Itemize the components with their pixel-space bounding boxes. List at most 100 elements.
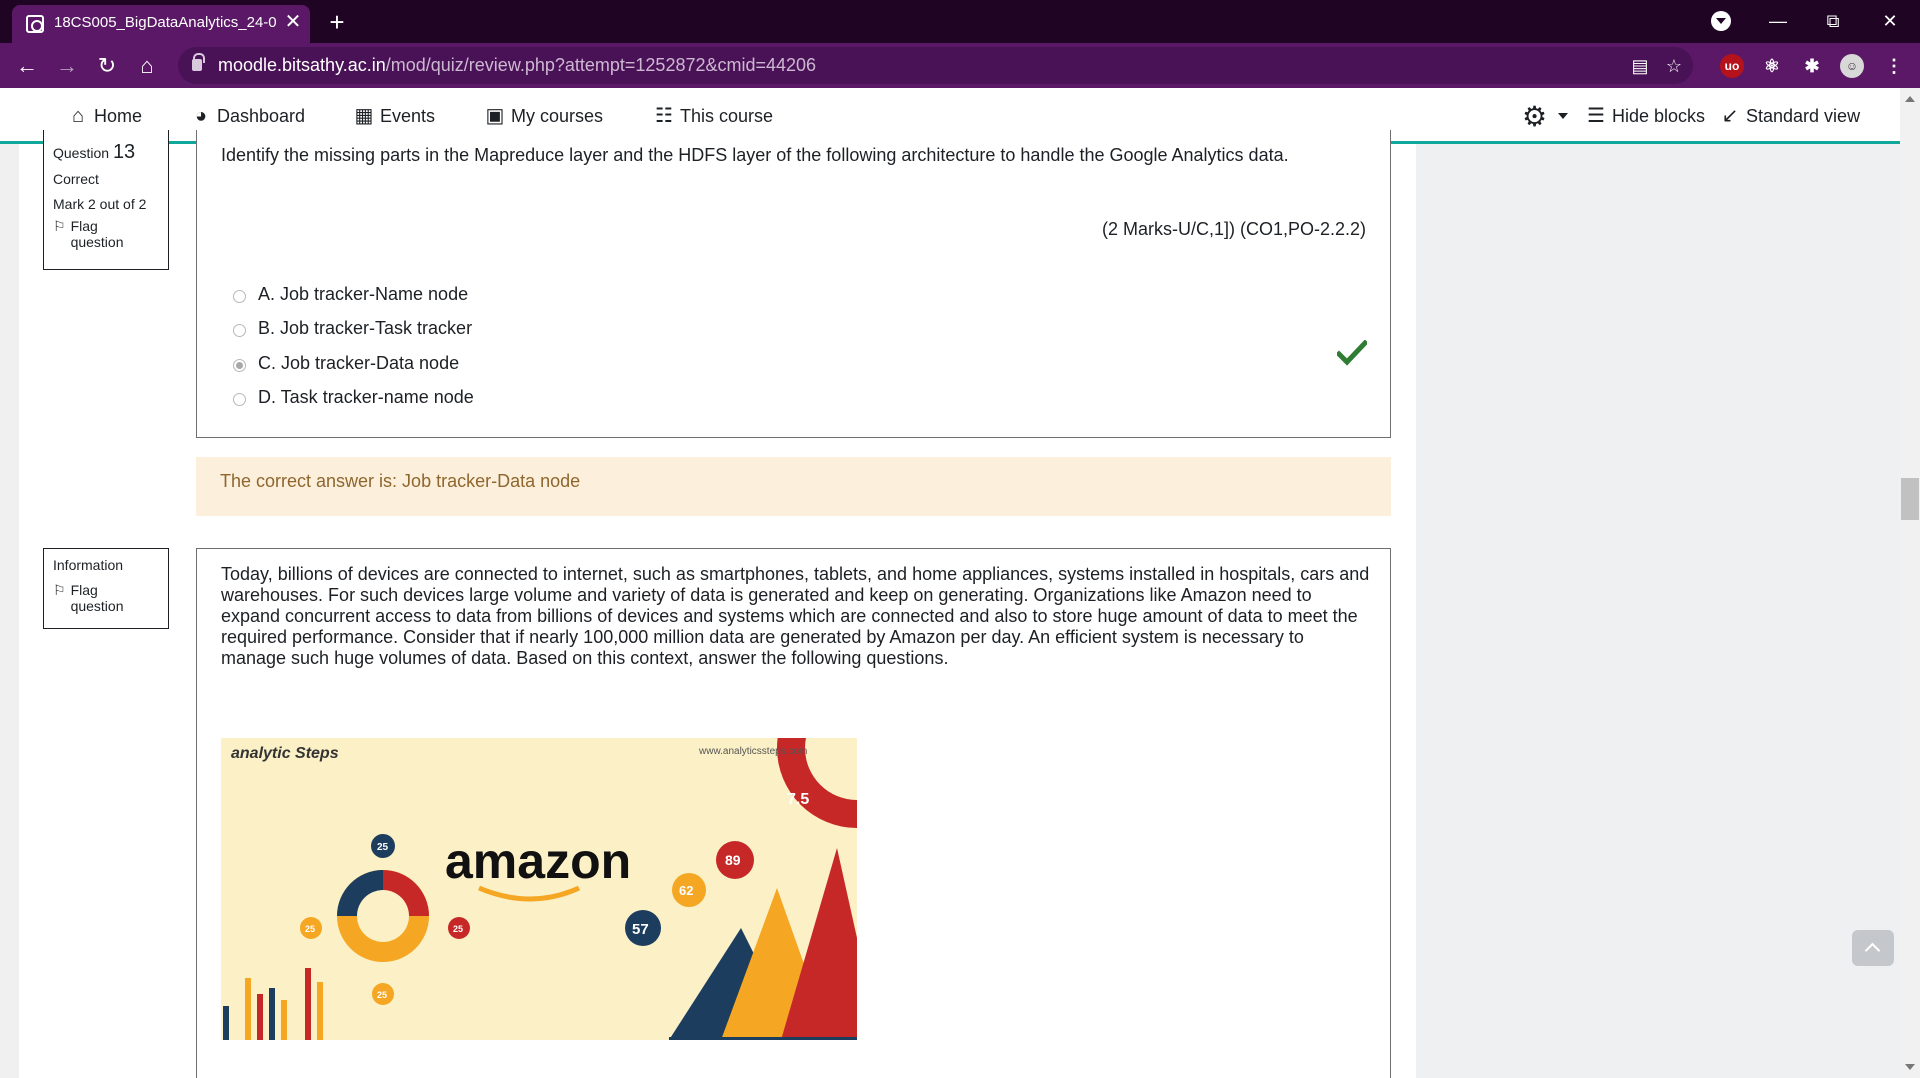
gear-icon[interactable]: ⚙ (1522, 100, 1547, 133)
hide-blocks-label: Hide blocks (1612, 105, 1706, 126)
standard-view-label: Standard view (1746, 105, 1861, 126)
question-label: Question (53, 145, 110, 161)
home-icon: ⌂ (71, 105, 85, 127)
image-logo-text: analytic Steps (231, 745, 339, 762)
sitemap-icon: ☷ (655, 105, 673, 127)
answer-option[interactable]: C. Job tracker-Data node (233, 351, 459, 375)
url-text[interactable]: moodle.bitsathy.ac.in/mod/quiz/review.ph… (218, 55, 816, 76)
question-grade: Mark 2 out of 2 (53, 196, 147, 212)
radio-button-selected[interactable] (233, 358, 246, 372)
back-icon[interactable]: ← (12, 51, 42, 81)
tab-title: 18CS005_BigDataAnalytics_24-09 (54, 14, 276, 31)
window-close-icon[interactable]: ✕ (1872, 6, 1908, 36)
image-badge-text: 7.5 (787, 791, 809, 808)
answer-label: D. Task tracker-name node (258, 386, 474, 407)
image-badge-text: 25 (453, 924, 463, 934)
browser-tab-bar: 18CS005_BigDataAnalytics_24-09 ✕ + — ⧉ ✕ (0, 0, 1920, 43)
address-bar[interactable]: moodle.bitsathy.ac.in/mod/quiz/review.ph… (178, 47, 1693, 84)
extensions-puzzle-icon[interactable]: ✱ (1800, 54, 1824, 78)
ublock-icon[interactable]: uo (1720, 54, 1744, 78)
tab-search-icon[interactable] (1711, 11, 1731, 31)
react-devtools-icon[interactable]: ⚛ (1760, 54, 1784, 78)
dashboard-gauge-icon: ◕ (194, 105, 208, 127)
nav-my-courses-label: My courses (511, 105, 604, 126)
feedback-text: The correct answer is: Job tracker-Data … (220, 471, 581, 491)
nav-this-course-label: This course (680, 105, 774, 126)
radio-button[interactable] (233, 323, 246, 337)
page-scrollbar[interactable] (1900, 88, 1920, 1078)
information-label: Information (53, 557, 124, 573)
answer-option[interactable]: D. Task tracker-name node (233, 385, 474, 409)
kebab-menu-icon[interactable]: ⋮ (1882, 54, 1906, 78)
radio-button[interactable] (233, 392, 246, 406)
lock-icon[interactable] (192, 53, 205, 71)
answer-option[interactable]: B. Job tracker-Task tracker (233, 316, 472, 340)
flag-question-label: Flag question (70, 218, 124, 250)
nav-home[interactable]: ⌂ Home (66, 104, 142, 128)
nav-events[interactable]: ▦ Events (352, 104, 435, 128)
home-icon[interactable]: ⌂ (132, 51, 162, 81)
question-number: 13 (112, 141, 136, 163)
nav-home-label: Home (94, 105, 143, 126)
image-badge-text: 57 (632, 921, 649, 938)
flag-icon: ⚐ (53, 582, 66, 598)
browser-tab[interactable]: 18CS005_BigDataAnalytics_24-09 ✕ (12, 5, 310, 43)
question-info-box: Question 13 Correct Mark 2 out of 2 ⚐ Fl… (43, 130, 169, 270)
image-badge-text: 89 (725, 852, 741, 868)
question-state: Correct (53, 171, 99, 187)
list-icon: ☰ (1587, 105, 1605, 127)
nav-dashboard-label: Dashboard (217, 105, 306, 126)
correct-answer-feedback: The correct answer is: Job tracker-Data … (196, 457, 1391, 516)
correct-check-icon (1337, 340, 1367, 366)
flag-question-label: Flag question (70, 582, 124, 614)
scroll-up-arrow-icon[interactable] (1905, 96, 1915, 102)
amazon-analytics-image: analytic Steps www.analyticssteps.com am… (221, 738, 857, 1040)
calendar-icon: ▦ (354, 105, 374, 127)
block-region (1416, 144, 1900, 1078)
flag-question-link[interactable]: ⚐ Flag question (53, 218, 159, 250)
information-info-box: Information ⚐ Flag question (43, 548, 169, 629)
amazon-analytics-illustration: analytic Steps www.analyticssteps.com am… (221, 738, 857, 1040)
minimize-icon[interactable]: — (1760, 6, 1796, 36)
image-badge-text: 25 (377, 990, 387, 1000)
answer-label: B. Job tracker-Task tracker (258, 317, 473, 338)
tab-close-icon[interactable]: ✕ (282, 11, 304, 33)
radio-button[interactable] (233, 289, 246, 303)
question-content: Identify the missing parts in the Mapred… (196, 130, 1391, 438)
marks-info: (2 Marks-U/C,1]) (CO1,PO-2.2.2) (1101, 219, 1366, 239)
profile-avatar-icon[interactable]: ☺ (1840, 54, 1864, 78)
answer-option[interactable]: A. Job tracker-Name node (233, 282, 468, 306)
image-badge-text: 62 (679, 883, 693, 898)
nav-my-courses[interactable]: ▣ My courses (483, 104, 603, 128)
nav-events-label: Events (380, 105, 436, 126)
image-badge-text: 25 (377, 842, 389, 853)
image-brand-text: amazon (445, 833, 631, 889)
scrollbar-thumb[interactable] (1901, 478, 1919, 520)
forward-icon[interactable]: → (52, 51, 82, 81)
reader-mode-icon[interactable]: ▤ (1628, 55, 1652, 77)
moodle-favicon-icon (26, 15, 44, 33)
answer-label: C. Job tracker-Data node (258, 352, 460, 373)
star-icon[interactable]: ☆ (1662, 55, 1686, 77)
back-to-top-button[interactable] (1852, 930, 1894, 966)
question-text: Identify the missing parts in the Mapred… (221, 145, 1289, 165)
hide-blocks-button[interactable]: ☰ Hide blocks (1584, 104, 1705, 128)
image-badge-text: 25 (305, 924, 315, 934)
standard-view-button[interactable]: ↙ Standard view (1718, 104, 1860, 128)
flag-question-link[interactable]: ⚐ Flag question (53, 582, 159, 614)
information-content: Today, billions of devices are connected… (196, 548, 1391, 1078)
chevron-down-icon[interactable] (1558, 113, 1568, 119)
flag-icon: ⚐ (53, 218, 66, 234)
information-text: Today, billions of devices are connected… (221, 564, 1370, 668)
briefcase-icon: ▣ (485, 105, 505, 127)
scroll-down-arrow-icon[interactable] (1905, 1064, 1915, 1070)
nav-this-course[interactable]: ☷ This course (652, 104, 773, 128)
page-left-gutter (0, 144, 19, 1078)
image-site-text: www.analyticssteps.com (698, 746, 807, 757)
new-tab-button[interactable]: + (323, 8, 351, 36)
browser-toolbar: ← → ↻ ⌂ moodle.bitsathy.ac.in/mod/quiz/r… (0, 43, 1920, 88)
reload-icon[interactable]: ↻ (92, 51, 122, 81)
nav-dashboard[interactable]: ◕ Dashboard (189, 104, 305, 128)
restore-icon[interactable]: ⧉ (1815, 6, 1851, 36)
answer-label: A. Job tracker-Name node (258, 283, 469, 304)
